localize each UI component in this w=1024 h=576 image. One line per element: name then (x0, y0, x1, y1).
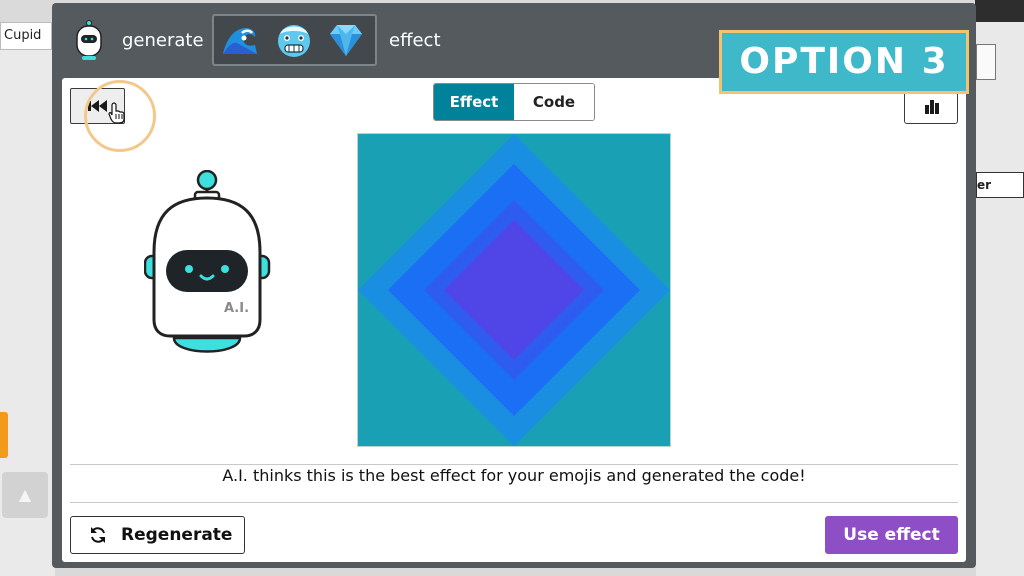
refresh-icon (91, 527, 105, 543)
robot-ai-label: A.I. (224, 301, 250, 316)
option-banner: OPTION 3 (719, 30, 969, 94)
divider-top (70, 464, 958, 465)
background-top-bar-dark (975, 0, 1024, 22)
regenerate-label: Regenerate (121, 525, 233, 545)
bar-chart-icon (925, 100, 939, 114)
background-orange-tab[interactable] (0, 412, 8, 458)
regenerate-button[interactable]: Regenerate (70, 516, 245, 554)
tab-effect[interactable]: Effect (434, 84, 514, 120)
background-right-panel (976, 22, 1024, 576)
view-toggle: Effect Code (433, 83, 595, 121)
tab-code[interactable]: Code (514, 84, 594, 120)
gem-stone-icon (330, 25, 362, 56)
effect-preview (357, 133, 671, 447)
ai-message: A.I. thinks this is the best effect for … (222, 466, 806, 485)
pointer-hand-icon (108, 102, 125, 124)
dialog-content-panel: Effect Code A.I. A.I. thinks this is the… (62, 78, 966, 562)
background-right-button[interactable]: er (976, 172, 1024, 198)
water-wave-icon (223, 28, 257, 54)
title-generate-text: generate (122, 30, 204, 51)
title-effect-text: effect (389, 30, 441, 51)
background-speaker-button[interactable] (976, 44, 996, 80)
ai-robot-illustration (144, 170, 271, 353)
divider-bottom (70, 502, 958, 503)
emoji-selection-strip[interactable] (212, 14, 377, 66)
background-up-arrow-button[interactable]: ▲ (2, 472, 48, 518)
background-right-button-label: er (977, 178, 992, 192)
use-effect-button[interactable]: Use effect (825, 516, 958, 554)
effect-preview-graphic (358, 134, 670, 446)
robot-icon (76, 20, 102, 60)
cold-face-icon (278, 25, 310, 57)
background-sprite-name-field[interactable]: Cupid (0, 22, 52, 50)
